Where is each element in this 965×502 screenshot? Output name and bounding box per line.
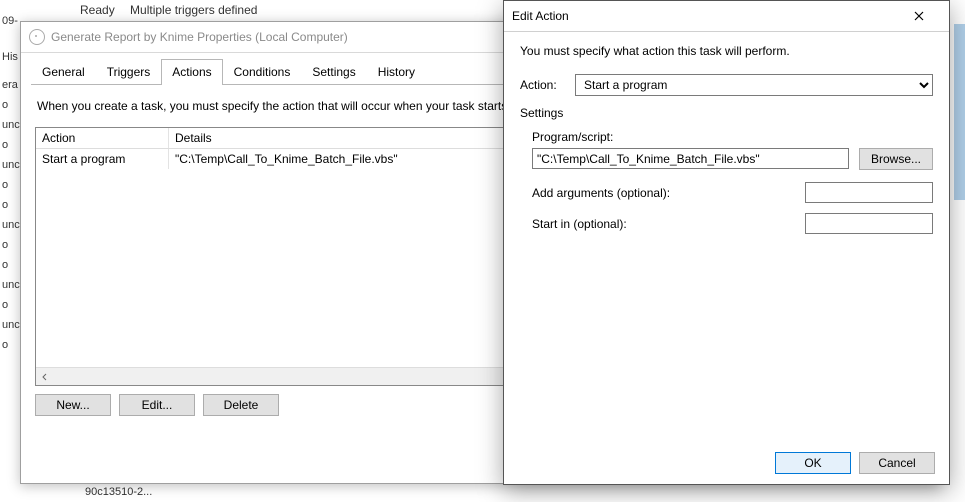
edit-action-instruction: You must specify what action this task w…	[520, 44, 933, 58]
settings-group: Settings Program/script: Browse... Add a…	[520, 106, 933, 244]
bg-left-fragment	[0, 6, 18, 8]
bg-status: Ready	[80, 3, 115, 17]
new-button[interactable]: New...	[35, 394, 111, 416]
scroll-left-icon[interactable]	[36, 368, 53, 385]
add-arguments-input[interactable]	[805, 182, 933, 203]
edit-action-title: Edit Action	[512, 9, 897, 23]
background-left-fragments: 09-Hiseraouncouncoouncoouncounco	[0, 0, 18, 502]
action-cell: Start a program	[36, 149, 169, 169]
action-label: Action:	[520, 78, 575, 92]
tab-conditions[interactable]: Conditions	[223, 59, 302, 85]
program-script-label: Program/script:	[532, 130, 933, 144]
col-header-action[interactable]: Action	[36, 128, 169, 148]
bg-left-fragment	[0, 70, 18, 72]
bg-selection-strip	[954, 24, 965, 200]
edit-action-dialog: Edit Action You must specify what action…	[503, 0, 950, 485]
action-field-row: Action: Start a program	[520, 74, 933, 96]
tab-actions[interactable]: Actions	[161, 59, 222, 85]
edit-action-ok-button[interactable]: OK	[775, 452, 851, 474]
action-combobox[interactable]: Start a program	[575, 74, 933, 96]
edit-action-footer: OK Cancel	[775, 452, 935, 474]
task-scheduler-icon	[29, 29, 45, 45]
background-bottom-fragment: 90c13510-2...	[85, 486, 152, 498]
bg-left-fragment	[0, 42, 18, 44]
settings-legend: Settings	[520, 106, 563, 120]
bg-left-fragment: 09-	[0, 14, 18, 28]
browse-button[interactable]: Browse...	[859, 148, 933, 170]
bg-left-fragment: o	[0, 178, 18, 192]
bg-left-fragment: era	[0, 78, 18, 92]
program-script-input[interactable]	[532, 148, 849, 169]
bg-triggers: Multiple triggers defined	[130, 3, 257, 17]
bg-left-fragment: unc	[0, 278, 18, 292]
add-arguments-label: Add arguments (optional):	[532, 186, 805, 200]
tab-settings[interactable]: Settings	[301, 59, 366, 85]
start-in-input[interactable]	[805, 213, 933, 234]
delete-button[interactable]: Delete	[203, 394, 279, 416]
edit-action-titlebar[interactable]: Edit Action	[504, 1, 949, 32]
bg-left-fragment: His	[0, 50, 18, 64]
bg-left-fragment: unc	[0, 218, 18, 232]
bg-left-fragment: o	[0, 258, 18, 272]
bg-left-fragment	[0, 34, 18, 36]
tab-history[interactable]: History	[367, 59, 426, 85]
tab-general[interactable]: General	[31, 59, 96, 85]
bg-left-fragment: unc	[0, 318, 18, 332]
bg-left-fragment: unc	[0, 118, 18, 132]
bg-left-fragment: o	[0, 238, 18, 252]
edit-action-body: You must specify what action this task w…	[504, 32, 949, 244]
tab-triggers[interactable]: Triggers	[96, 59, 162, 85]
bg-left-fragment: o	[0, 98, 18, 112]
bg-left-fragment: unc	[0, 158, 18, 172]
bg-left-fragment: o	[0, 138, 18, 152]
start-in-label: Start in (optional):	[532, 217, 805, 231]
edit-action-cancel-button[interactable]: Cancel	[859, 452, 935, 474]
edit-button[interactable]: Edit...	[119, 394, 195, 416]
edit-action-close-button[interactable]	[897, 2, 941, 30]
bg-left-fragment: o	[0, 298, 18, 312]
bg-left-fragment: o	[0, 338, 18, 352]
bg-left-fragment: o	[0, 198, 18, 212]
background-task-row: Ready Multiple triggers defined	[80, 3, 269, 17]
